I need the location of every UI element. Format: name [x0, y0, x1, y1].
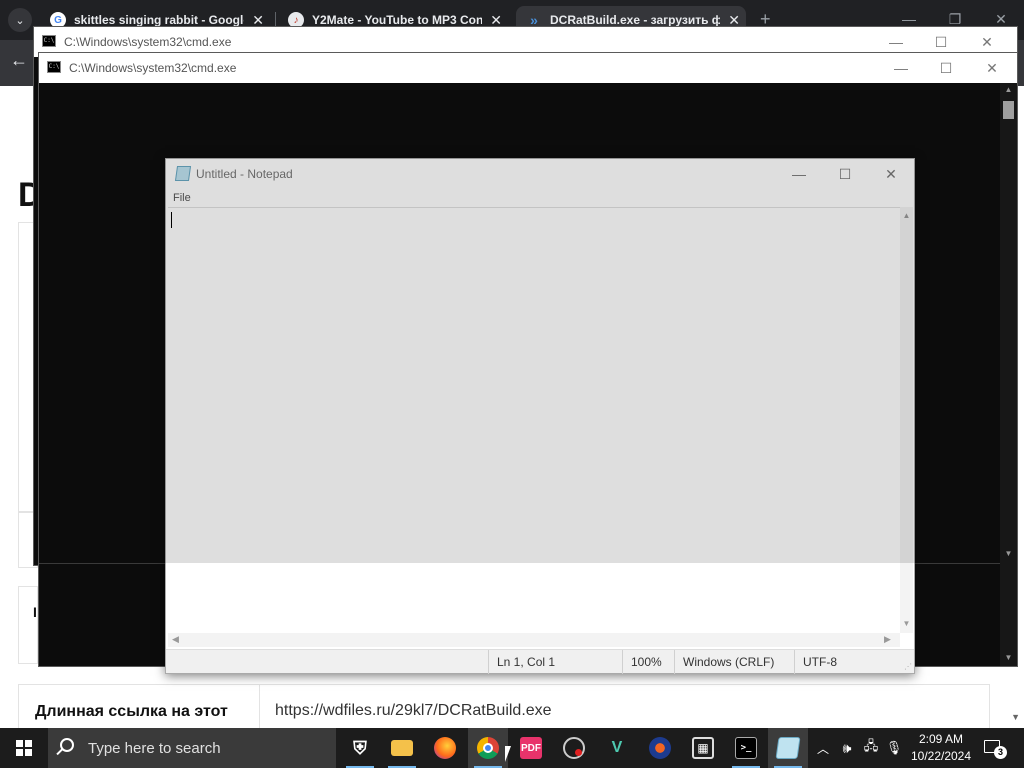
- zoom-level: 100%: [622, 650, 674, 674]
- cursor-position: Ln 1, Col 1: [488, 650, 622, 674]
- title-bar[interactable]: C:\ C:\Windows\system32\cmd.exe — ☐ ✕: [39, 53, 1017, 83]
- scroll-down-icon[interactable]: ▼: [900, 619, 913, 628]
- vertical-scrollbar[interactable]: ▲ ▼: [900, 207, 913, 633]
- close-icon[interactable]: ✕: [972, 31, 1002, 53]
- speaker-icon[interactable]: 🕪: [836, 728, 858, 768]
- network-icon[interactable]: 🖧: [860, 728, 882, 768]
- notification-button[interactable]: 3: [982, 736, 1007, 759]
- microphone-icon[interactable]: 🎙: [884, 728, 904, 768]
- chrome-icon: [477, 737, 499, 759]
- vs-icon: V: [611, 739, 623, 756]
- taskbar-firefox[interactable]: [425, 728, 465, 768]
- window-title: C:\Windows\system32\cmd.exe: [69, 61, 237, 75]
- taskbar-security[interactable]: ⛨: [340, 728, 380, 768]
- tab-title: skittles singing rabbit - Google: [74, 13, 244, 27]
- window-title: C:\Windows\system32\cmd.exe: [64, 35, 232, 49]
- scroll-up-icon[interactable]: ▲: [900, 211, 913, 220]
- taskbar-vs[interactable]: V: [597, 728, 637, 768]
- taskbar-video[interactable]: ▦: [683, 728, 723, 768]
- minimize-icon[interactable]: —: [886, 57, 916, 79]
- status-bar: Ln 1, Col 1 100% Windows (CRLF) UTF-8 ⋰: [166, 649, 914, 674]
- scroll-up-icon[interactable]: ▲: [1000, 85, 1017, 94]
- pdf-icon: PDF: [520, 737, 542, 759]
- taskbar-file-explorer[interactable]: [382, 728, 422, 768]
- menu-file[interactable]: File: [173, 192, 191, 204]
- close-icon[interactable]: ✕: [977, 57, 1007, 79]
- scroll-down-icon[interactable]: ▼: [1000, 653, 1017, 662]
- info-row: Длинная ссылка на этот https://wdfiles.r…: [18, 684, 990, 733]
- scroll-right-icon[interactable]: ▶: [884, 634, 891, 645]
- mouse-cursor-icon: [505, 746, 511, 762]
- start-button[interactable]: [0, 728, 48, 768]
- content-panel: [18, 586, 38, 664]
- chevron-up-icon[interactable]: ︿: [812, 728, 834, 768]
- resize-grip-icon[interactable]: ⋰: [904, 662, 912, 671]
- text-editor[interactable]: [168, 207, 900, 647]
- encoding: UTF-8: [794, 650, 904, 674]
- cmd-icon: C:\: [47, 61, 61, 73]
- scrollbar[interactable]: ▲ ▼ ▼: [1000, 83, 1017, 666]
- cmd-icon: >_: [735, 737, 757, 759]
- search-box[interactable]: Type here to search: [48, 728, 336, 768]
- taskbar-notepad[interactable]: [768, 728, 808, 768]
- clock-date: 10/22/2024: [910, 749, 972, 763]
- taskbar-recorder[interactable]: [554, 728, 594, 768]
- notepad-icon: [174, 166, 192, 181]
- line-ending: Windows (CRLF): [674, 650, 794, 674]
- tab-title: Y2Mate - YouTube to MP3 Con: [312, 13, 482, 27]
- taskbar-pdf[interactable]: PDF: [511, 728, 551, 768]
- back-arrow-icon[interactable]: ←: [10, 50, 28, 71]
- taskbar-disc[interactable]: [640, 728, 680, 768]
- minimize-icon[interactable]: —: [784, 163, 814, 185]
- shield-icon: ⛨: [353, 737, 367, 758]
- maximize-icon[interactable]: ☐: [830, 163, 860, 185]
- notification-badge: 3: [994, 746, 1007, 759]
- window-title: Untitled - Notepad: [196, 167, 293, 181]
- title-bar[interactable]: Untitled - Notepad — ☐ ✕: [166, 159, 914, 189]
- tab-title: DCRatBuild.exe - загрузить фа: [550, 13, 720, 27]
- text-caret: [171, 212, 172, 228]
- search-placeholder: Type here to search: [88, 740, 221, 757]
- windows-icon: [16, 740, 32, 756]
- tab-search-button[interactable]: ⌄: [8, 8, 32, 32]
- notepad-icon: [775, 737, 801, 759]
- folder-icon: [391, 740, 413, 756]
- notepad-window[interactable]: Untitled - Notepad — ☐ ✕ File ▲ ▼ ◀ ▶ Ln…: [165, 158, 915, 674]
- disc-icon: [649, 737, 671, 759]
- taskbar-terminal[interactable]: >_: [726, 728, 766, 768]
- maximize-icon[interactable]: ☐: [926, 31, 956, 53]
- minimize-icon[interactable]: —: [881, 31, 911, 53]
- info-label: Длинная ссылка на этот: [35, 703, 228, 720]
- scroll-thumb[interactable]: [1003, 101, 1014, 119]
- menu-bar: File: [166, 189, 914, 207]
- film-icon: ▦: [692, 737, 714, 759]
- clock-time: 2:09 AM: [918, 732, 964, 746]
- side-text: I: [33, 604, 37, 620]
- clock[interactable]: 2:09 AM 10/22/2024: [906, 731, 976, 765]
- search-icon: [60, 738, 74, 752]
- download-link-field[interactable]: https://wdfiles.ru/29kl7/DCRatBuild.exe: [275, 702, 552, 720]
- taskbar: Type here to search ⛨ PDF V ▦ >_ ︿ 🕪 🖧 🎙: [0, 728, 1024, 768]
- scroll-down-icon[interactable]: ▼: [1011, 712, 1020, 722]
- firefox-icon: [434, 737, 456, 759]
- scroll-left-icon[interactable]: ◀: [172, 634, 179, 645]
- recorder-icon: [563, 737, 585, 759]
- horizontal-scrollbar[interactable]: ◀ ▶: [168, 633, 900, 647]
- cmd-icon: C:\: [42, 35, 56, 47]
- taskbar-chrome[interactable]: [468, 728, 508, 768]
- divider: [259, 685, 260, 733]
- close-icon[interactable]: ✕: [876, 163, 906, 185]
- maximize-icon[interactable]: ☐: [931, 57, 961, 79]
- scroll-down-icon[interactable]: ▼: [1000, 549, 1017, 558]
